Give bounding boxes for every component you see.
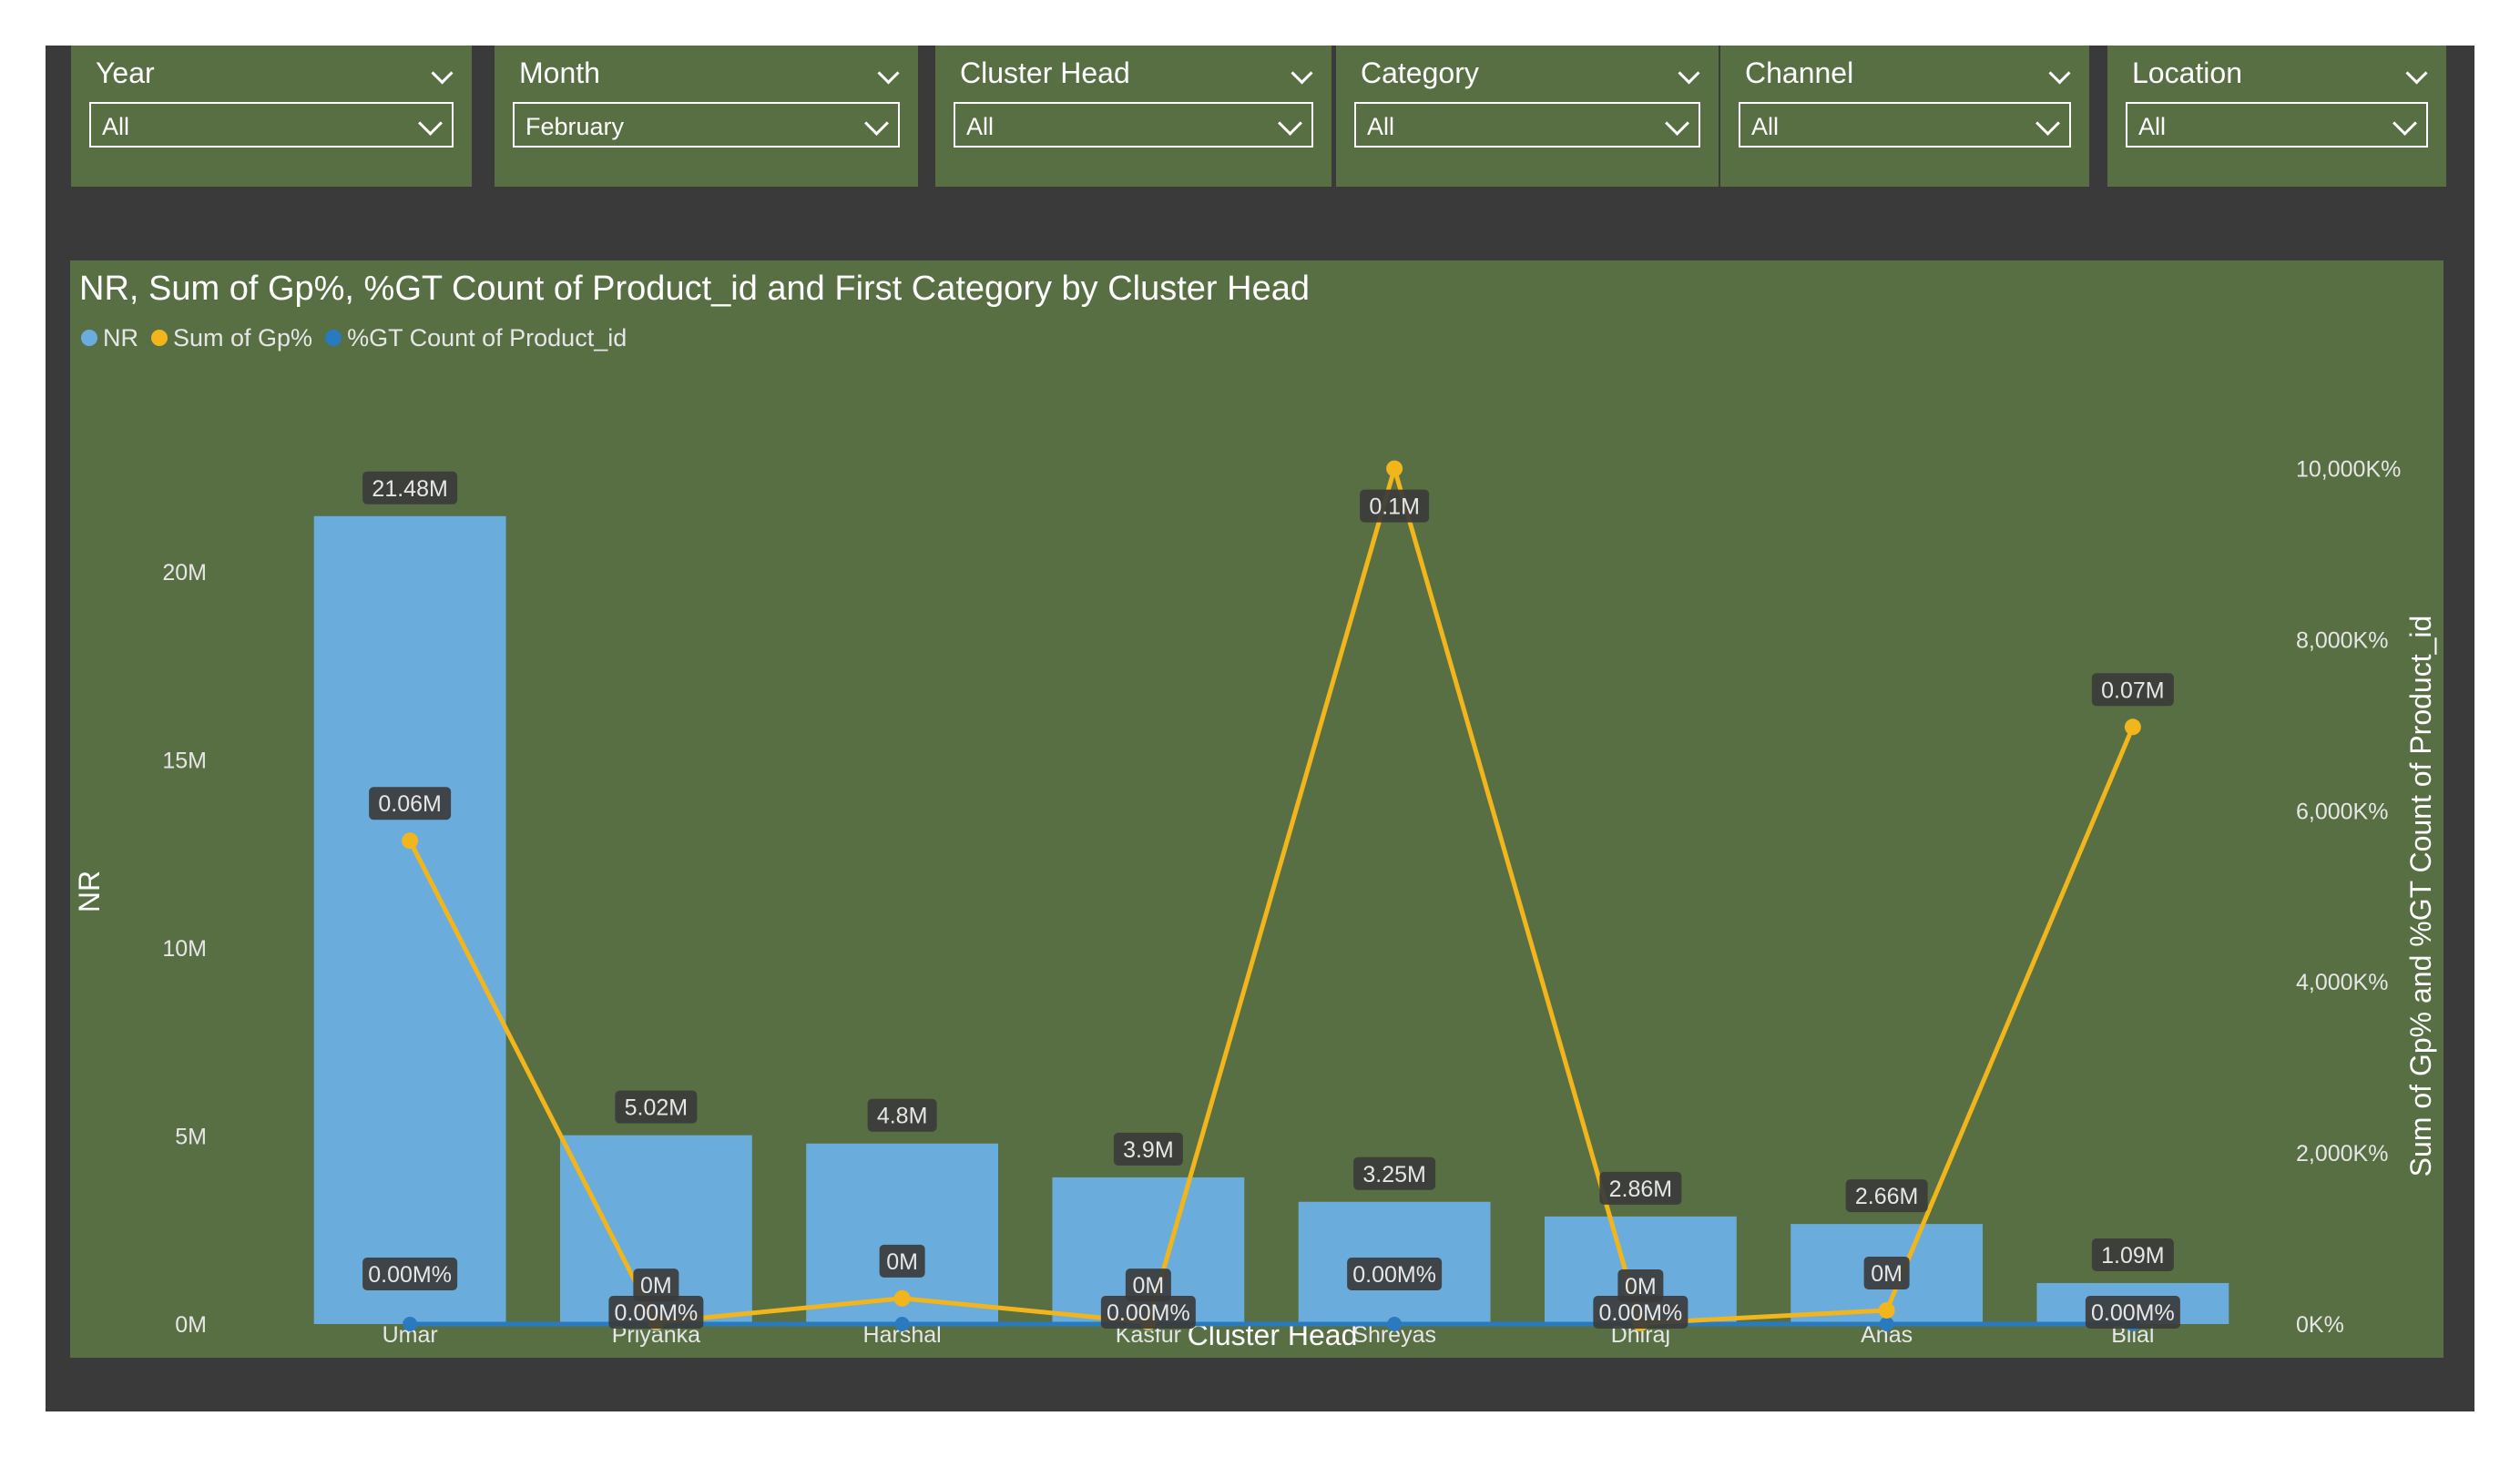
data-label: 0.00M% xyxy=(368,1262,452,1288)
slicer-header-channel[interactable]: Channel xyxy=(1740,55,2071,91)
chevron-down-icon[interactable] xyxy=(1278,111,1302,136)
slicer-selected-value: All xyxy=(102,113,130,140)
data-label: 21.48M xyxy=(372,476,447,502)
y2-axis-tick-label: 8,000K% xyxy=(2296,627,2388,653)
series-point-gp xyxy=(1878,1301,1895,1319)
data-label: 0.06M xyxy=(378,791,441,817)
y2-axis-title: Sum of Gp% and %GT Count of Product_id xyxy=(2404,616,2437,1177)
slicer-selected-value: All xyxy=(966,113,995,140)
slicer-header-category[interactable]: Category xyxy=(1356,55,1700,91)
slicer-month: Month February xyxy=(495,46,918,187)
bar-umar xyxy=(313,515,506,1324)
slicer-selected-value: All xyxy=(1367,113,1395,140)
y-axis-title: NR xyxy=(73,871,106,912)
data-label: 0M xyxy=(1133,1273,1165,1299)
slicer-selected-value: February xyxy=(525,113,625,140)
y-axis-tick-label: 0M xyxy=(175,1312,207,1338)
y2-axis-tick-label: 6,000K% xyxy=(2296,799,2388,824)
chart-plot-area: 0M 5M 10M 15M 20M 0K% 2,000K% 4,000K% 6,000K% 8,0… xyxy=(73,457,2437,1351)
data-label: 0M xyxy=(886,1249,918,1275)
series-point-gt-count xyxy=(1879,1317,1894,1331)
data-label: 2.66M xyxy=(1855,1184,1918,1209)
slicer-year: Year All xyxy=(71,46,472,187)
data-label: 0.07M xyxy=(2101,678,2164,703)
data-label: 3.9M xyxy=(1123,1137,1174,1163)
slicer-category: Category All xyxy=(1336,46,1719,187)
chevron-down-icon[interactable] xyxy=(1291,62,1313,85)
slicer-dropdown-cluster-head[interactable]: All xyxy=(954,102,1313,148)
chevron-down-icon[interactable] xyxy=(864,111,889,136)
chevron-down-icon[interactable] xyxy=(431,62,454,85)
slicer-title: Location xyxy=(2132,56,2242,89)
slicer-dropdown-category[interactable]: All xyxy=(1354,102,1700,148)
slicer-title: Month xyxy=(519,56,600,89)
data-label: 4.8M xyxy=(877,1104,928,1129)
chevron-down-icon[interactable] xyxy=(1678,62,1700,85)
report-canvas: Year All Month February Cluster Head All Categ… xyxy=(46,46,2474,1411)
data-label: 0.00M% xyxy=(1599,1300,1683,1326)
series-point-gp xyxy=(402,832,419,850)
slicer-dropdown-month[interactable]: February xyxy=(513,102,900,148)
slicer-location: Location All xyxy=(2107,46,2446,187)
chevron-down-icon[interactable] xyxy=(2392,111,2417,136)
slicer-title: Channel xyxy=(1745,56,1854,89)
slicer-channel: Channel All xyxy=(1720,46,2089,187)
slicer-cluster-head: Cluster Head All xyxy=(935,46,1331,187)
data-label: 0.00M% xyxy=(615,1300,699,1326)
y-axis-tick-label: 5M xyxy=(175,1124,207,1149)
y-axis-tick-label: 20M xyxy=(162,560,207,586)
y2-axis-tick-label: 10,000K% xyxy=(2296,457,2401,483)
data-label: 0M xyxy=(640,1273,672,1299)
data-label: 5.02M xyxy=(625,1095,688,1121)
data-label: 0.00M% xyxy=(2091,1300,2175,1326)
slicer-dropdown-channel[interactable]: All xyxy=(1739,102,2071,148)
slicer-title: Category xyxy=(1361,56,1479,89)
y2-axis-tick-label: 0K% xyxy=(2296,1312,2344,1338)
slicer-header-cluster-head[interactable]: Cluster Head xyxy=(955,55,1313,91)
data-label: 0.00M% xyxy=(1107,1300,1190,1326)
slicer-header-year[interactable]: Year xyxy=(91,55,454,91)
slicer-dropdown-location[interactable]: All xyxy=(2126,102,2428,148)
data-label: 0M xyxy=(1625,1274,1657,1299)
slicer-dropdown-year[interactable]: All xyxy=(89,102,454,148)
series-point-gp xyxy=(1386,460,1403,477)
series-point-gp xyxy=(893,1289,911,1307)
chevron-down-icon[interactable] xyxy=(877,62,900,85)
slicer-header-month[interactable]: Month xyxy=(515,55,900,91)
y2-axis-tick-label: 4,000K% xyxy=(2296,970,2388,995)
chevron-down-icon[interactable] xyxy=(418,111,443,136)
series-point-gt-count xyxy=(403,1317,418,1331)
slicer-title: Year xyxy=(96,56,155,89)
data-label: 3.25M xyxy=(1362,1162,1425,1187)
data-label: 0.1M xyxy=(1369,494,1420,520)
slicer-selected-value: All xyxy=(1751,113,1780,140)
combo-chart-visual[interactable]: NR, Sum of Gp%, %GT Count of Product_id … xyxy=(70,260,2443,1358)
series-point-gt-count xyxy=(894,1317,910,1331)
slicer-header-location[interactable]: Location xyxy=(2127,55,2428,91)
data-label: 0.00M% xyxy=(1352,1262,1436,1288)
data-label: 2.86M xyxy=(1609,1177,1672,1202)
slicer-selected-value: All xyxy=(2138,113,2167,140)
y-axis-tick-label: 15M xyxy=(162,748,207,773)
slicer-title: Cluster Head xyxy=(960,56,1130,89)
chevron-down-icon[interactable] xyxy=(1665,111,1689,136)
data-label: 0M xyxy=(1871,1261,1903,1287)
chevron-down-icon[interactable] xyxy=(2035,111,2060,136)
y-axis-tick-label: 10M xyxy=(162,936,207,962)
chevron-down-icon[interactable] xyxy=(2048,62,2071,85)
data-label: 1.09M xyxy=(2101,1243,2164,1269)
chevron-down-icon[interactable] xyxy=(2405,62,2428,85)
y2-axis-tick-label: 2,000K% xyxy=(2296,1141,2388,1167)
series-point-gp xyxy=(2124,718,2141,736)
series-point-gt-count xyxy=(1387,1317,1403,1331)
